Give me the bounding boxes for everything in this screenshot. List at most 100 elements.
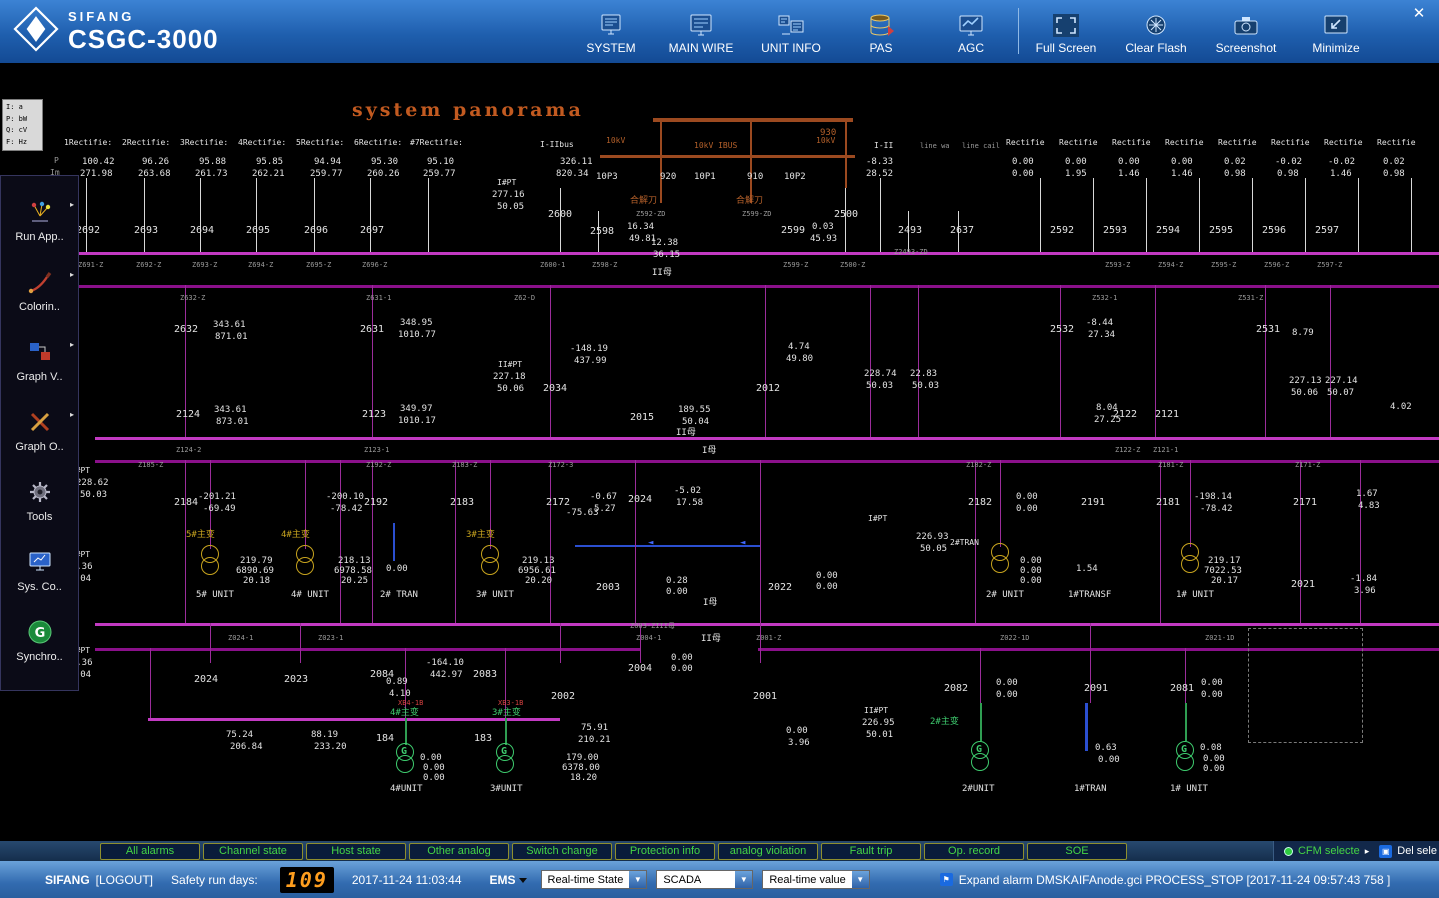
- diagram-label: 6Rectifie:: [354, 139, 402, 147]
- feeder-line: [200, 178, 201, 252]
- generator-g-letter: G: [401, 747, 407, 757]
- sidebar-item-synchro[interactable]: G Synchro..: [1, 606, 78, 676]
- feeder-line: [210, 623, 211, 663]
- diagram-label: 219.13: [522, 557, 555, 566]
- diagram-label: 1.67: [1356, 490, 1378, 499]
- diagram-label: 4#主变: [390, 709, 419, 718]
- diagram-label: 349.97: [400, 405, 433, 414]
- diagram-label: 45.93: [810, 235, 837, 244]
- feeder-line: [1060, 285, 1061, 437]
- delete-select-button[interactable]: ▣ Del sele: [1379, 845, 1437, 858]
- toolbar-label: MAIN WIRE: [669, 41, 734, 55]
- toolbar-button-clearflash[interactable]: Clear Flash: [1111, 7, 1201, 55]
- diagram-label: 1#TRAN: [1074, 785, 1107, 794]
- diagram-label: XB3-1B: [498, 700, 523, 707]
- sidebar-item-runapp[interactable]: Run App..▸: [1, 186, 78, 256]
- cfm-select-button[interactable]: CFM selecte ▸: [1284, 845, 1369, 857]
- generator-g-letter: G: [501, 747, 507, 757]
- sidebar-item-coloring[interactable]: Colorin..▸: [1, 256, 78, 326]
- alarm-tab-all-alarms[interactable]: All alarms: [100, 843, 200, 860]
- toolbar-button-minimize[interactable]: Minimize: [1291, 7, 1381, 55]
- toolbar-button-unitinfo[interactable]: UNIT INFO: [746, 7, 836, 55]
- alarm-tab-analog-violation[interactable]: analog violation: [718, 843, 818, 860]
- diagram-label: 2192: [364, 498, 388, 508]
- sidebar-item-grapho[interactable]: Graph O..▸: [1, 396, 78, 466]
- diagram-label: Z023-1: [318, 635, 343, 642]
- diagram-label: 10kV IBUS: [694, 142, 737, 150]
- diagram-label: 0.98: [1383, 170, 1405, 179]
- alarm-message-area[interactable]: ⚑ Expand alarm DMSKAIFAnode.gci PROCESS_…: [940, 873, 1391, 887]
- diagram-label: Z599-Z: [783, 262, 808, 269]
- ems-mode-select[interactable]: EMS: [490, 873, 527, 887]
- alarm-tab-other-analog[interactable]: Other analog: [409, 843, 509, 860]
- diagram-label: 0.02: [1383, 158, 1405, 167]
- logo: SIFANG CSGC-3000: [12, 5, 219, 58]
- logout-button[interactable]: [LOGOUT]: [96, 873, 153, 887]
- alarm-tab-fault-trip[interactable]: Fault trip: [821, 843, 921, 860]
- sidebar-item-sysco[interactable]: Sys. Co..: [1, 536, 78, 606]
- diagram-label: Z599-ZD: [742, 211, 772, 218]
- diagram-label: 2191: [1081, 498, 1105, 508]
- diagram-label: 437.99: [574, 357, 607, 366]
- diagram-label: 1010.17: [398, 417, 436, 426]
- alarm-tab-op-record[interactable]: Op. record: [924, 843, 1024, 860]
- alarm-tab-soe[interactable]: SOE: [1027, 843, 1127, 860]
- alarm-tab-protection-info[interactable]: Protection info: [615, 843, 715, 860]
- svg-text:G: G: [34, 626, 45, 641]
- diagram-label: Z004-1: [636, 635, 661, 642]
- diagram-label: II#PT: [498, 361, 522, 369]
- close-icon[interactable]: ✕: [1409, 4, 1429, 22]
- diagram-label: 442.97: [430, 671, 463, 680]
- diagram-label: 5# UNIT: [196, 591, 234, 600]
- sidebar-item-graphv[interactable]: Graph V.. ▸: [1, 326, 78, 396]
- diagram-label: 0.00: [1016, 493, 1038, 502]
- diagram-label: 4# UNIT: [291, 591, 329, 600]
- diagram-label: 0.00: [1020, 577, 1042, 586]
- submenu-arrow-icon: ▸: [70, 340, 74, 349]
- sidebar-item-label: Synchro..: [16, 651, 62, 663]
- runapp-icon: [27, 199, 53, 228]
- alarm-tab-channel-state[interactable]: Channel state: [203, 843, 303, 860]
- dropdown-real-time-value[interactable]: Real-time value▼: [762, 870, 869, 889]
- feeder-line: [1085, 703, 1088, 751]
- toolbar-button-mainwire[interactable]: MAIN WIRE: [656, 7, 746, 55]
- diagram-label: II母: [652, 269, 672, 278]
- legend-row: F: Hz: [6, 137, 39, 149]
- dropdown-scada[interactable]: SCADA▼: [656, 870, 753, 889]
- chevron-down-icon[interactable]: ▼: [629, 871, 646, 888]
- diagram-label: 2#主变: [930, 718, 959, 727]
- diagram-label: 0.00: [1012, 158, 1034, 167]
- alarm-tab-host-state[interactable]: Host state: [306, 843, 406, 860]
- diagram-label: 1.46: [1118, 170, 1140, 179]
- toolbar-button-fullscreen[interactable]: Full Screen: [1021, 7, 1111, 55]
- generator-symbol: [396, 755, 414, 773]
- diagram-label: 2003: [596, 583, 620, 593]
- diagram-label: Z632-Z: [180, 295, 205, 302]
- diagram-label: Rectifie: [1271, 139, 1310, 147]
- dropdown-value: Real-time value: [763, 874, 851, 886]
- legend-row: Q: cV: [6, 125, 39, 137]
- cfm-label: CFM selecte: [1298, 845, 1360, 857]
- sidebar-item-tools[interactable]: Tools: [1, 466, 78, 536]
- diagram-label: Z2493-ZD: [894, 249, 928, 256]
- toolbar-button-system[interactable]: SYSTEM: [566, 7, 656, 55]
- diagram-label: 184: [376, 734, 394, 744]
- toolbar-button-screenshot[interactable]: Screenshot: [1201, 7, 1291, 55]
- feeder-line: [372, 460, 373, 623]
- diagram-label: 227.18: [493, 373, 526, 382]
- toolbar-button-agc[interactable]: AGC: [926, 7, 1016, 55]
- diagram-label: 260.26: [367, 170, 400, 179]
- toolbar-button-pas[interactable]: PAS: [836, 7, 926, 55]
- alarm-tab-switch-change[interactable]: Switch change: [512, 843, 612, 860]
- diagram-label: 179.00: [566, 754, 599, 763]
- feeder-line: [340, 460, 341, 623]
- diagram-label: -148.19: [570, 345, 608, 354]
- chevron-down-icon[interactable]: ▼: [852, 871, 869, 888]
- feeder-line: [1160, 460, 1161, 623]
- chevron-down-icon[interactable]: ▼: [735, 871, 752, 888]
- sidebar-item-label: Graph V..: [16, 371, 62, 383]
- diagram-label: 0.98: [1224, 170, 1246, 179]
- dropdown-real-time-state[interactable]: Real-time State▼: [541, 870, 648, 889]
- diagram-label: 88.19: [311, 731, 338, 740]
- diagram-label: 219.79: [240, 557, 273, 566]
